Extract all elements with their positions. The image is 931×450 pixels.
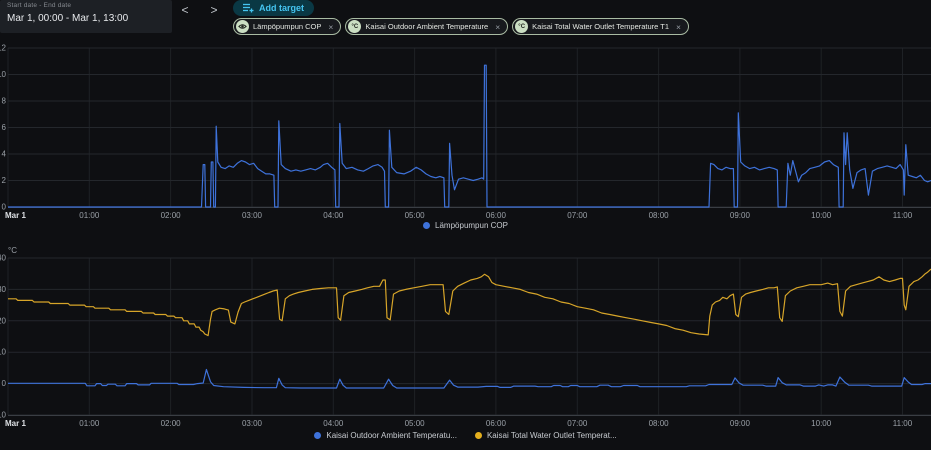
y-axis-tick-label: 30 [0, 285, 7, 294]
y-axis-tick-label: 10 [0, 70, 7, 79]
x-axis-tick-label: Mar 1 [5, 419, 26, 428]
x-axis-tick-label: 10:00 [811, 211, 832, 220]
chip-outdoor-ambient-temperature[interactable]: °C Kaisai Outdoor Ambient Temperature × [345, 18, 508, 35]
x-axis-tick-label: 01:00 [79, 211, 100, 220]
chevron-left-icon: < [181, 3, 188, 17]
x-axis-tick-label: 10:00 [811, 419, 832, 428]
x-axis-tick-label: 05:00 [405, 211, 426, 220]
cop-chart-canvas[interactable]: 024681012Mar 101:0002:0003:0004:0005:000… [0, 42, 931, 220]
x-axis-tick-label: 06:00 [486, 419, 507, 428]
series-color-dot [423, 222, 430, 229]
celsius-icon: °C [348, 20, 361, 33]
legend-label: Kaisai Outdoor Ambient Temperatu... [326, 431, 457, 440]
date-range-label: Start date - End date [7, 2, 165, 9]
chip-lampopumpun-cop[interactable]: Lämpöpumpun COP × [233, 18, 341, 35]
add-target-label: Add target [259, 3, 304, 13]
series-line [8, 269, 931, 336]
next-range-button[interactable]: > [204, 2, 224, 18]
celsius-icon: °C [515, 20, 528, 33]
x-axis-tick-label: 07:00 [567, 211, 588, 220]
x-axis-tick-label: 05:00 [405, 419, 426, 428]
chip-water-outlet-temperature[interactable]: °C Kaisai Total Water Outlet Temperature… [512, 18, 689, 35]
x-axis-tick-label: 03:00 [242, 211, 263, 220]
legend-item-water-outlet[interactable]: Kaisai Total Water Outlet Temperat... [475, 431, 617, 440]
chip-label: Lämpöpumpun COP [253, 22, 321, 31]
y-axis-tick-label: 6 [2, 123, 7, 132]
y-axis-tick-label: 20 [0, 316, 7, 325]
series-line [8, 370, 931, 389]
eye-icon [236, 20, 249, 33]
x-axis-tick-label: 07:00 [567, 419, 588, 428]
x-axis-tick-label: 09:00 [730, 419, 751, 428]
series-line [8, 65, 931, 207]
date-range-value: Mar 1, 00:00 - Mar 1, 13:00 [7, 13, 165, 24]
previous-range-button[interactable]: < [175, 2, 195, 18]
x-axis-tick-label: 04:00 [323, 211, 344, 220]
x-axis-tick-label: 08:00 [649, 211, 670, 220]
add-target-button[interactable]: Add target [233, 0, 314, 16]
series-color-dot [475, 432, 482, 439]
x-axis-tick-label: 11:00 [893, 211, 913, 220]
close-icon[interactable]: × [328, 22, 333, 32]
legend-label: Kaisai Total Water Outlet Temperat... [487, 431, 617, 440]
close-icon[interactable]: × [676, 22, 681, 32]
x-axis-tick-label: 06:00 [486, 211, 507, 220]
x-axis-tick-label: 03:00 [242, 419, 263, 428]
temperature-chart-canvas[interactable]: -10010203040Mar 101:0002:0003:0004:0005:… [0, 244, 931, 430]
y-axis-tick-label: 4 [2, 150, 7, 159]
close-icon[interactable]: × [495, 22, 500, 32]
x-axis-tick-label: 01:00 [79, 419, 100, 428]
y-axis-tick-label: 2 [2, 176, 7, 185]
y-axis-tick-label: 12 [0, 44, 7, 53]
x-axis-tick-label: 09:00 [730, 211, 751, 220]
legend-label: Lämpöpumpun COP [435, 221, 508, 230]
x-axis-tick-label: Mar 1 [5, 211, 26, 220]
chevron-right-icon: > [210, 3, 217, 17]
y-axis-unit-label: °C [8, 246, 17, 255]
x-axis-tick-label: 02:00 [161, 419, 182, 428]
add-target-icon [243, 3, 254, 13]
y-axis-tick-label: 10 [0, 348, 7, 357]
dashboard: Start date - End date Mar 1, 00:00 - Mar… [0, 0, 931, 450]
series-color-dot [314, 432, 321, 439]
y-axis-tick-label: 8 [2, 97, 7, 106]
temperature-chart-legend: Kaisai Outdoor Ambient Temperatu... Kais… [0, 431, 931, 440]
chip-label: Kaisai Total Water Outlet Temperature T1 [532, 22, 669, 31]
chip-label: Kaisai Outdoor Ambient Temperature [365, 22, 488, 31]
y-axis-tick-label: 40 [0, 254, 7, 263]
legend-item-outdoor-ambient[interactable]: Kaisai Outdoor Ambient Temperatu... [314, 431, 457, 440]
x-axis-tick-label: 02:00 [161, 211, 182, 220]
legend-item-cop[interactable]: Lämpöpumpun COP [423, 221, 508, 230]
x-axis-tick-label: 11:00 [893, 419, 913, 428]
cop-chart-legend: Lämpöpumpun COP [0, 221, 931, 230]
target-chip-list: Lämpöpumpun COP × °C Kaisai Outdoor Ambi… [233, 18, 689, 35]
x-axis-tick-label: 08:00 [649, 419, 670, 428]
date-range-picker[interactable]: Start date - End date Mar 1, 00:00 - Mar… [0, 0, 172, 33]
y-axis-tick-label: 0 [2, 379, 7, 388]
x-axis-tick-label: 04:00 [323, 419, 344, 428]
